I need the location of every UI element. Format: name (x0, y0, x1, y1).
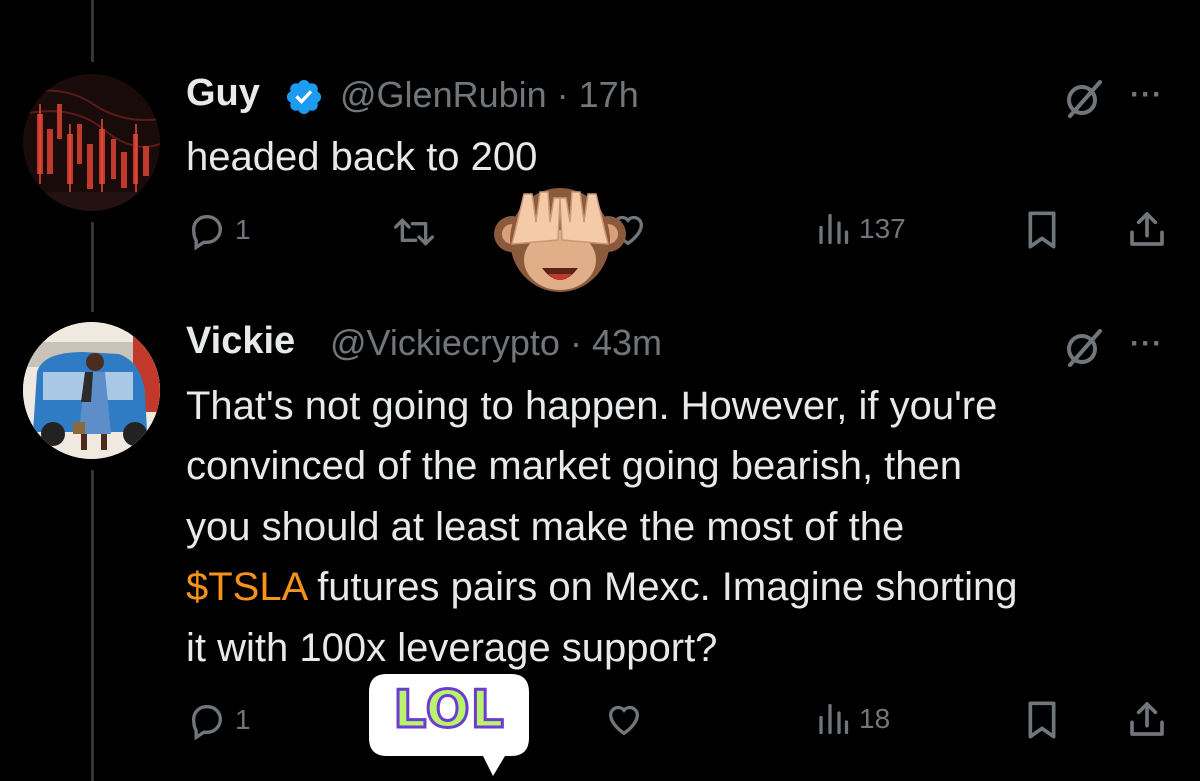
timestamp-vickie[interactable]: 43m (592, 322, 662, 363)
avatar-vickie[interactable] (23, 322, 160, 459)
separator: · (546, 74, 579, 115)
views-button-guy[interactable]: 137 (815, 211, 906, 247)
views-icon (819, 703, 849, 735)
person-photo-avatar-icon (23, 322, 160, 459)
share-icon (1130, 702, 1164, 736)
share-button-guy[interactable] (1127, 208, 1167, 250)
more-icon[interactable]: ··· (1130, 327, 1163, 361)
share-icon (1130, 212, 1164, 246)
cashtag-link[interactable]: $TSLA (186, 565, 306, 609)
reply-button-vickie[interactable]: 1 (187, 700, 251, 740)
tweet-text-vickie-line-3: you should at least make the most of the (186, 505, 905, 549)
handle-time-vickie[interactable]: @Vickiecrypto · 43m (330, 322, 662, 364)
candlestick-chart-avatar-icon (23, 74, 160, 211)
tweet-text-vickie-line-2: convinced of the market going bearish, t… (186, 444, 963, 488)
bookmark-icon (1028, 701, 1056, 739)
handle-time-guy[interactable]: @GlenRubin · 17h (340, 74, 639, 116)
grok-icon[interactable] (1062, 325, 1106, 369)
see-no-evil-monkey-icon (494, 188, 626, 292)
retweet-button-guy[interactable] (392, 212, 436, 252)
avatar-guy[interactable] (23, 74, 160, 211)
bookmark-button-vickie[interactable] (1024, 700, 1060, 740)
bookmark-button-guy[interactable] (1024, 210, 1060, 250)
reply-count-guy: 1 (235, 214, 251, 245)
like-button-vickie[interactable] (603, 700, 645, 740)
lol-text: LOL (392, 679, 506, 742)
handle-guy[interactable]: @GlenRubin (340, 74, 547, 115)
reply-icon (191, 215, 223, 250)
tweet-text-vickie-line-1: That's not going to happen. However, if … (186, 384, 998, 428)
thread-line-top (91, 0, 94, 62)
reply-icon (191, 705, 223, 740)
verified-badge-icon (286, 79, 322, 115)
views-button-vickie[interactable]: 18 (815, 701, 890, 737)
tweet-text-vickie-line-4-rest: futures pairs on Mexc. Imagine shorting (306, 565, 1018, 609)
reply-count-vickie: 1 (235, 704, 251, 735)
reply-button-guy[interactable]: 1 (187, 210, 251, 250)
more-icon[interactable]: ··· (1130, 78, 1163, 112)
views-count-vickie: 18 (859, 703, 891, 734)
timestamp-guy[interactable]: 17h (579, 74, 639, 115)
share-button-vickie[interactable] (1127, 698, 1167, 740)
views-icon (819, 213, 849, 245)
handle-vickie[interactable]: @Vickiecrypto (330, 322, 560, 363)
display-name-guy[interactable]: Guy (186, 72, 260, 115)
thread-line-bottom (91, 470, 94, 781)
tweet-text-vickie-line-4: $TSLA futures pairs on Mexc. Imagine sho… (186, 557, 1018, 618)
separator: · (559, 322, 592, 363)
like-icon (608, 705, 640, 736)
grok-icon[interactable] (1062, 76, 1106, 120)
views-count-guy: 137 (859, 213, 906, 244)
lol-sticker: LOL (365, 670, 533, 780)
retweet-icon (393, 218, 434, 246)
display-name-vickie[interactable]: Vickie (186, 320, 295, 363)
thread-line-middle (91, 222, 94, 312)
tweet-text-guy: headed back to 200 (186, 135, 538, 179)
bookmark-icon (1028, 211, 1056, 249)
